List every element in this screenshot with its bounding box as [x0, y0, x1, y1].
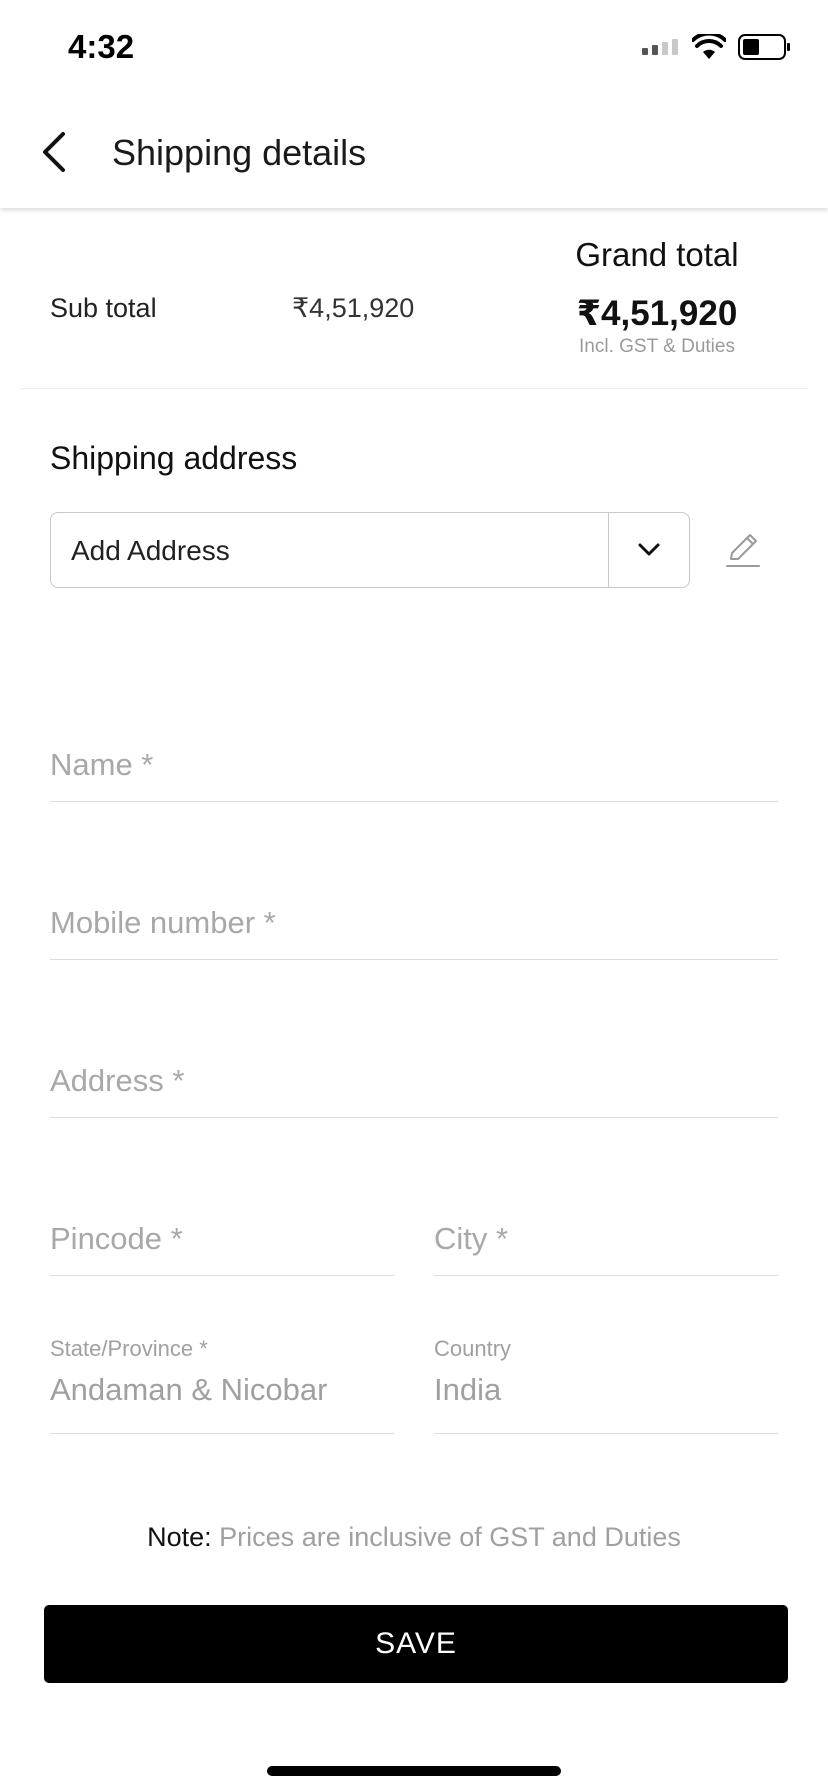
- totals-divider: [20, 388, 808, 389]
- note-text: Prices are inclusive of GST and Duties: [219, 1522, 681, 1552]
- edit-address-button[interactable]: [718, 526, 768, 576]
- status-icons: [640, 31, 792, 65]
- country-label: Country: [434, 1336, 512, 1361]
- prices-note: Note: Prices are inclusive of GST and Du…: [0, 1522, 828, 1553]
- grand-total-label: Grand total: [575, 236, 739, 273]
- state-label: State/Province *: [50, 1336, 208, 1361]
- back-button[interactable]: [22, 122, 86, 186]
- state-field[interactable]: State/Province * Andaman & Nicobar: [50, 1336, 394, 1434]
- country-field[interactable]: Country India: [434, 1336, 778, 1434]
- mobile-field[interactable]: [50, 858, 778, 960]
- shipping-address-title: Shipping address: [50, 440, 298, 476]
- address-select-value: Add Address: [71, 535, 230, 566]
- grand-total-value: ₹4,51,920: [576, 294, 738, 333]
- pincode-input[interactable]: [50, 1221, 394, 1257]
- address-select[interactable]: Add Address: [50, 512, 690, 588]
- address-input[interactable]: [50, 1063, 778, 1099]
- save-button[interactable]: SAVE: [44, 1605, 788, 1683]
- subtotal-value: ₹4,51,920: [292, 293, 415, 323]
- country-value: India: [434, 1372, 502, 1407]
- subtotal-label: Sub total: [50, 293, 157, 323]
- city-field[interactable]: [434, 1174, 778, 1276]
- page-title: Shipping details: [112, 132, 367, 173]
- grand-total-note: Incl. GST & Duties: [579, 336, 735, 357]
- state-value: Andaman & Nicobar: [50, 1372, 328, 1407]
- chevron-down-icon[interactable]: [609, 513, 689, 587]
- pincode-field[interactable]: [50, 1174, 394, 1276]
- mobile-input[interactable]: [50, 905, 778, 941]
- name-input[interactable]: [50, 747, 778, 783]
- note-label: Note:: [147, 1522, 212, 1552]
- status-time: 4:32: [68, 28, 135, 65]
- wifi-icon: [691, 31, 727, 65]
- name-field[interactable]: [50, 700, 778, 802]
- city-input[interactable]: [434, 1221, 778, 1257]
- address-field[interactable]: [50, 1016, 778, 1118]
- battery-icon: [738, 34, 792, 65]
- back-arrow-icon: [39, 131, 69, 177]
- pencil-icon: [723, 529, 763, 574]
- home-indicator: [267, 1766, 561, 1776]
- header-bar: Shipping details: [0, 100, 828, 208]
- signal-icon: [640, 39, 680, 60]
